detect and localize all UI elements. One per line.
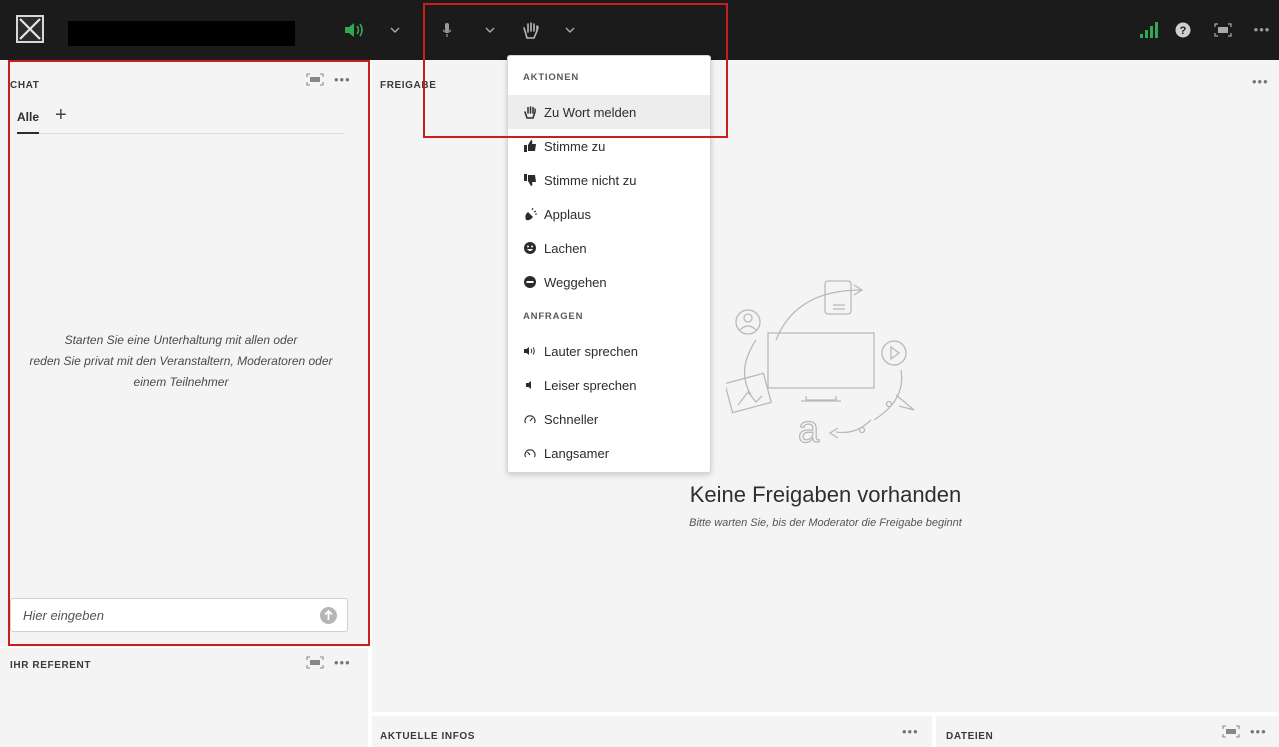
meeting-name-redacted (68, 21, 295, 46)
chat-title: CHAT (10, 80, 40, 91)
menu-item-label: Lauter sprechen (544, 343, 638, 359)
more-icon[interactable]: ••• (1250, 725, 1267, 738)
share-illustration-icon: a (726, 280, 915, 452)
menu-item-label: Leiser sprechen (544, 377, 637, 393)
fullscreen-icon[interactable] (1214, 20, 1232, 40)
speaker-panel: IHR REFERENT ••• (0, 648, 368, 747)
share-empty-title: Keine Freigaben vorhanden (689, 482, 962, 507)
chevron-down-icon[interactable] (483, 20, 497, 40)
files-panel-title: DATEIEN (946, 731, 994, 742)
svg-text:?: ? (1180, 25, 1187, 37)
more-icon[interactable]: ••• (902, 725, 919, 738)
files-panel: DATEIEN ••• (936, 716, 1279, 747)
menu-item-label: Applaus (544, 206, 591, 222)
speaker-panel-title: IHR REFERENT (10, 660, 92, 671)
chat-tabs: Alle + (17, 104, 344, 134)
menu-item-label: Stimme zu (544, 138, 606, 154)
signal-icon[interactable] (1140, 20, 1158, 40)
microphone-icon[interactable] (440, 20, 454, 40)
chevron-down-icon[interactable] (563, 20, 577, 40)
more-icon[interactable]: ••• (334, 656, 351, 669)
menu-item-leiser-sprechen[interactable]: Leiser sprechen (508, 368, 710, 402)
chat-panel: CHAT ••• Alle + Starten Sie eine Unterha… (0, 60, 368, 647)
menu-item-langsamer[interactable]: Langsamer (508, 436, 710, 470)
share-empty-subtitle: Bitte warten Sie, bis der Moderator die … (689, 517, 962, 529)
tab-all[interactable]: Alle (17, 110, 40, 134)
menu-item-label: Zu Wort melden (544, 104, 637, 120)
menu-item-label: Lachen (544, 240, 587, 256)
step-away-icon (523, 275, 537, 289)
chat-empty-line: Starten Sie eine Unterhaltung mit allen … (64, 333, 298, 347)
more-icon[interactable]: ••• (1250, 20, 1274, 40)
thumbs-up-icon (523, 139, 537, 153)
menu-item-applaus[interactable]: Applaus (508, 197, 710, 231)
chat-input[interactable] (23, 599, 313, 631)
section-actions-heading: AKTIONEN (523, 72, 580, 83)
menu-item-label: Schneller (544, 411, 599, 427)
section-requests-heading: ANFRAGEN (523, 311, 584, 322)
chat-input-box (10, 598, 348, 632)
info-panel: AKTUELLE INFOS ••• (372, 716, 932, 747)
maximize-icon[interactable] (1222, 725, 1240, 738)
maximize-icon[interactable] (306, 656, 324, 669)
menu-item-lachen[interactable]: Lachen (508, 231, 710, 265)
more-icon[interactable]: ••• (1252, 75, 1269, 88)
chat-empty-line: einem Teilnehmer (133, 375, 229, 389)
top-toolbar: ? ••• (0, 0, 1279, 60)
volume-down-icon (523, 378, 537, 392)
applause-icon (523, 207, 537, 221)
raise-hand-icon[interactable] (522, 20, 540, 40)
raise-hand-dropdown-menu: AKTIONEN Zu Wort melden Stimme zu Stimme… (507, 55, 711, 473)
add-tab-button[interactable]: + (55, 104, 67, 126)
menu-item-stimme-zu[interactable]: Stimme zu (508, 129, 710, 163)
slower-icon (523, 446, 537, 460)
menu-item-zu-wort-melden[interactable]: Zu Wort melden (508, 95, 710, 129)
chat-empty-message: Starten Sie eine Unterhaltung mit allen … (12, 330, 350, 393)
thumbs-down-icon (523, 173, 537, 187)
share-panel-title: FREIGABE (380, 80, 437, 91)
help-icon[interactable]: ? (1174, 20, 1192, 40)
faster-icon (523, 412, 537, 426)
chevron-down-icon[interactable] (388, 20, 402, 40)
raise-hand-icon (523, 105, 537, 119)
menu-item-stimme-nicht-zu[interactable]: Stimme nicht zu (508, 163, 710, 197)
info-panel-title: AKTUELLE INFOS (380, 731, 476, 742)
menu-item-label: Langsamer (544, 445, 610, 461)
send-icon[interactable] (320, 607, 337, 624)
menu-item-schneller[interactable]: Schneller (508, 402, 710, 436)
menu-item-label: Weggehen (544, 274, 607, 290)
chat-empty-line: reden Sie privat mit den Veranstaltern, … (29, 354, 333, 368)
menu-item-weggehen[interactable]: Weggehen (508, 265, 710, 299)
menu-item-lauter-sprechen[interactable]: Lauter sprechen (508, 334, 710, 368)
menu-item-label: Stimme nicht zu (544, 172, 637, 188)
more-icon[interactable]: ••• (334, 73, 351, 86)
volume-up-icon (523, 344, 537, 358)
logo-icon[interactable] (16, 15, 44, 43)
svg-text:a: a (798, 409, 820, 451)
maximize-icon[interactable] (306, 73, 324, 86)
speaker-icon[interactable] (343, 20, 367, 40)
laugh-icon (523, 241, 537, 255)
